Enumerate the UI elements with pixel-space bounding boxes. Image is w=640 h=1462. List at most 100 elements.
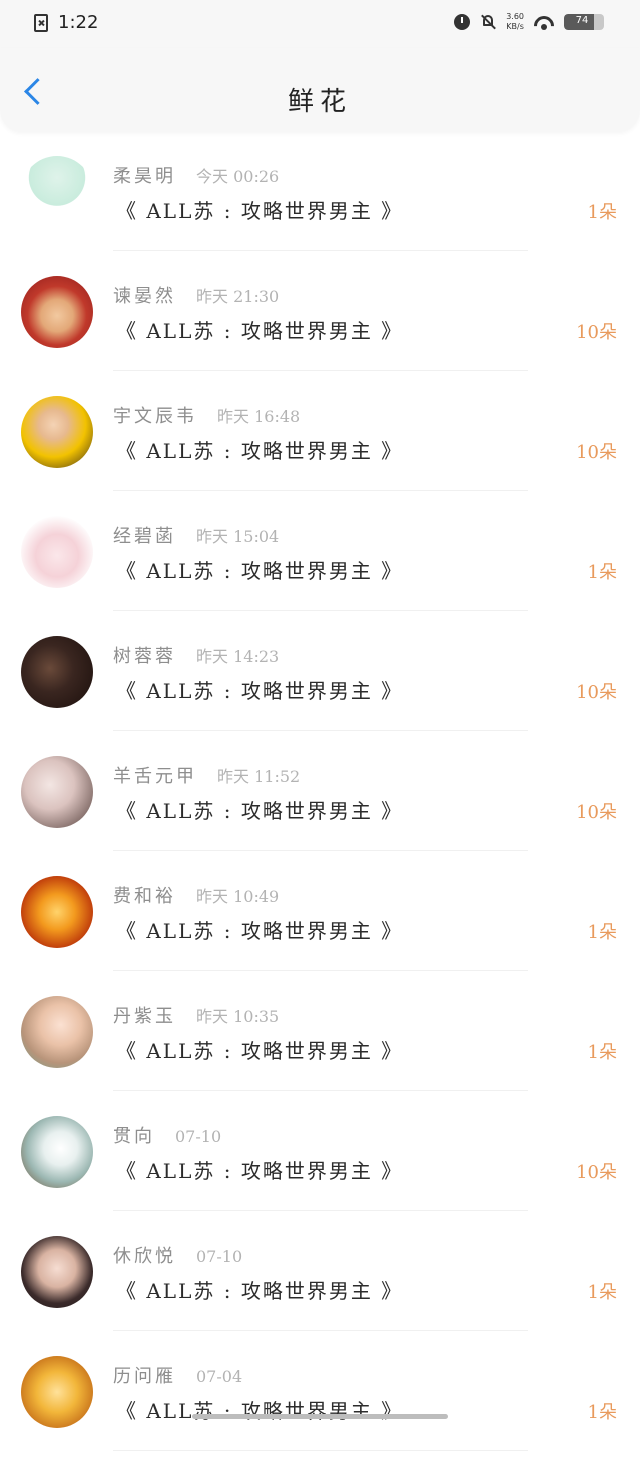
book-title: 《 ALL苏 : 攻略世界男主 》	[116, 199, 404, 223]
network-speed-unit: KB/s	[506, 22, 524, 31]
flower-count: 1朵	[587, 202, 617, 223]
flower-count: 10朵	[576, 322, 617, 343]
book-title: 《 ALL苏 : 攻略世界男主 》	[116, 559, 404, 583]
book-title: 《 ALL苏 : 攻略世界男主 》	[116, 679, 404, 703]
flower-count: 1朵	[587, 1282, 617, 1303]
list-item[interactable]: 休欣悦 07-10 《 ALL苏 : 攻略世界男主 》 1朵	[0, 1222, 640, 1342]
user-name: 经碧菡	[113, 526, 176, 547]
flower-count: 1朵	[587, 562, 617, 583]
network-speed-value: 3.60	[506, 12, 524, 21]
name-line: 休欣悦 07-10	[113, 1242, 242, 1268]
divider	[113, 1090, 528, 1091]
user-name: 树蓉蓉	[113, 646, 176, 667]
timestamp: 07-04	[196, 1367, 243, 1386]
timestamp: 07-10	[196, 1247, 243, 1266]
user-name: 宇文辰韦	[113, 406, 197, 427]
timestamp: 昨天 10:49	[196, 887, 280, 906]
user-name: 贯向	[113, 1126, 155, 1147]
status-bar: 1:22 3.60 KB/s 74	[0, 0, 640, 48]
avatar[interactable]	[21, 516, 93, 588]
divider	[113, 850, 528, 851]
timestamp: 昨天 11:52	[217, 767, 301, 786]
divider	[113, 1330, 528, 1331]
flower-count: 1朵	[587, 1042, 617, 1063]
avatar[interactable]	[21, 1356, 93, 1428]
list-item[interactable]: 羊舌元甲 昨天 11:52 《 ALL苏 : 攻略世界男主 》 10朵	[0, 742, 640, 862]
avatar[interactable]	[21, 876, 93, 948]
divider	[113, 250, 528, 251]
book-title: 《 ALL苏 : 攻略世界男主 》	[116, 1399, 404, 1423]
book-title: 《 ALL苏 : 攻略世界男主 》	[116, 919, 404, 943]
list-item[interactable]: 贯向 07-10 《 ALL苏 : 攻略世界男主 》 10朵	[0, 1102, 640, 1222]
timestamp: 07-10	[175, 1127, 222, 1146]
timestamp: 昨天 14:23	[196, 647, 280, 666]
flower-count: 10朵	[576, 682, 617, 703]
divider	[113, 730, 528, 731]
avatar[interactable]	[21, 156, 93, 228]
name-line: 费和裕 昨天 10:49	[113, 882, 279, 908]
name-line: 树蓉蓉 昨天 14:23	[113, 642, 279, 668]
name-line: 羊舌元甲 昨天 11:52	[113, 762, 300, 788]
list-item[interactable]: 费和裕 昨天 10:49 《 ALL苏 : 攻略世界男主 》 1朵	[0, 862, 640, 982]
book-title: 《 ALL苏 : 攻略世界男主 》	[116, 1279, 404, 1303]
nav-bar: 鲜花	[0, 48, 640, 132]
flower-count: 1朵	[587, 1402, 617, 1423]
home-indicator[interactable]	[192, 1414, 448, 1419]
book-title: 《 ALL苏 : 攻略世界男主 》	[116, 1039, 404, 1063]
name-line: 经碧菡 昨天 15:04	[113, 522, 279, 548]
list-item[interactable]: 丹紫玉 昨天 10:35 《 ALL苏 : 攻略世界男主 》 1朵	[0, 982, 640, 1102]
list-item[interactable]: 历问雁 07-04 《 ALL苏 : 攻略世界男主 》 1朵	[0, 1342, 640, 1462]
flower-gift-list: 柔昊明 今天 00:26 《 ALL苏 : 攻略世界男主 》 1朵 谏晏然 昨天 21:3…	[0, 142, 640, 1462]
status-left: 1:22	[34, 12, 98, 33]
timestamp: 昨天 10:35	[196, 1007, 280, 1026]
user-name: 谏晏然	[113, 286, 176, 307]
list-item[interactable]: 经碧菡 昨天 15:04 《 ALL苏 : 攻略世界男主 》 1朵	[0, 502, 640, 622]
avatar[interactable]	[21, 756, 93, 828]
network-speed: 3.60 KB/s	[506, 12, 524, 32]
list-item[interactable]: 宇文辰韦 昨天 16:48 《 ALL苏 : 攻略世界男主 》 10朵	[0, 382, 640, 502]
book-title: 《 ALL苏 : 攻略世界男主 》	[116, 1159, 404, 1183]
name-line: 谏晏然 昨天 21:30	[113, 282, 279, 308]
avatar[interactable]	[21, 1116, 93, 1188]
flower-count: 10朵	[576, 1162, 617, 1183]
book-title: 《 ALL苏 : 攻略世界男主 》	[116, 319, 404, 343]
divider	[113, 490, 528, 491]
list-item[interactable]: 柔昊明 今天 00:26 《 ALL苏 : 攻略世界男主 》 1朵	[0, 142, 640, 262]
avatar[interactable]	[21, 636, 93, 708]
divider	[113, 1210, 528, 1211]
flower-count: 10朵	[576, 802, 617, 823]
name-line: 宇文辰韦 昨天 16:48	[113, 402, 300, 428]
notifications-off-icon	[480, 14, 496, 30]
divider	[113, 370, 528, 371]
timestamp: 昨天 16:48	[217, 407, 301, 426]
user-name: 柔昊明	[113, 166, 176, 187]
user-name: 羊舌元甲	[113, 766, 197, 787]
list-item[interactable]: 谏晏然 昨天 21:30 《 ALL苏 : 攻略世界男主 》 10朵	[0, 262, 640, 382]
avatar[interactable]	[21, 396, 93, 468]
timestamp: 昨天 15:04	[196, 527, 280, 546]
battery-level: 74	[575, 15, 589, 26]
name-line: 丹紫玉 昨天 10:35	[113, 1002, 279, 1028]
name-line: 贯向 07-10	[113, 1122, 221, 1148]
user-name: 休欣悦	[113, 1246, 176, 1267]
user-name: 历问雁	[113, 1366, 176, 1387]
battery-icon: 74	[564, 14, 604, 30]
avatar[interactable]	[21, 276, 93, 348]
clock: 1:22	[58, 12, 99, 33]
user-name: 丹紫玉	[113, 1006, 176, 1027]
name-line: 柔昊明 今天 00:26	[113, 162, 279, 188]
book-title: 《 ALL苏 : 攻略世界男主 》	[116, 799, 404, 823]
status-right: 3.60 KB/s 74	[454, 12, 604, 32]
book-title: 《 ALL苏 : 攻略世界男主 》	[116, 439, 404, 463]
divider	[113, 1450, 528, 1451]
wifi-icon	[534, 14, 554, 30]
avatar[interactable]	[21, 996, 93, 1068]
avatar[interactable]	[21, 1236, 93, 1308]
list-item[interactable]: 树蓉蓉 昨天 14:23 《 ALL苏 : 攻略世界男主 》 10朵	[0, 622, 640, 742]
name-line: 历问雁 07-04	[113, 1362, 242, 1388]
flower-count: 1朵	[587, 922, 617, 943]
user-name: 费和裕	[113, 886, 176, 907]
page-title: 鲜花	[287, 87, 352, 117]
timestamp: 昨天 21:30	[196, 287, 280, 306]
divider	[113, 610, 528, 611]
